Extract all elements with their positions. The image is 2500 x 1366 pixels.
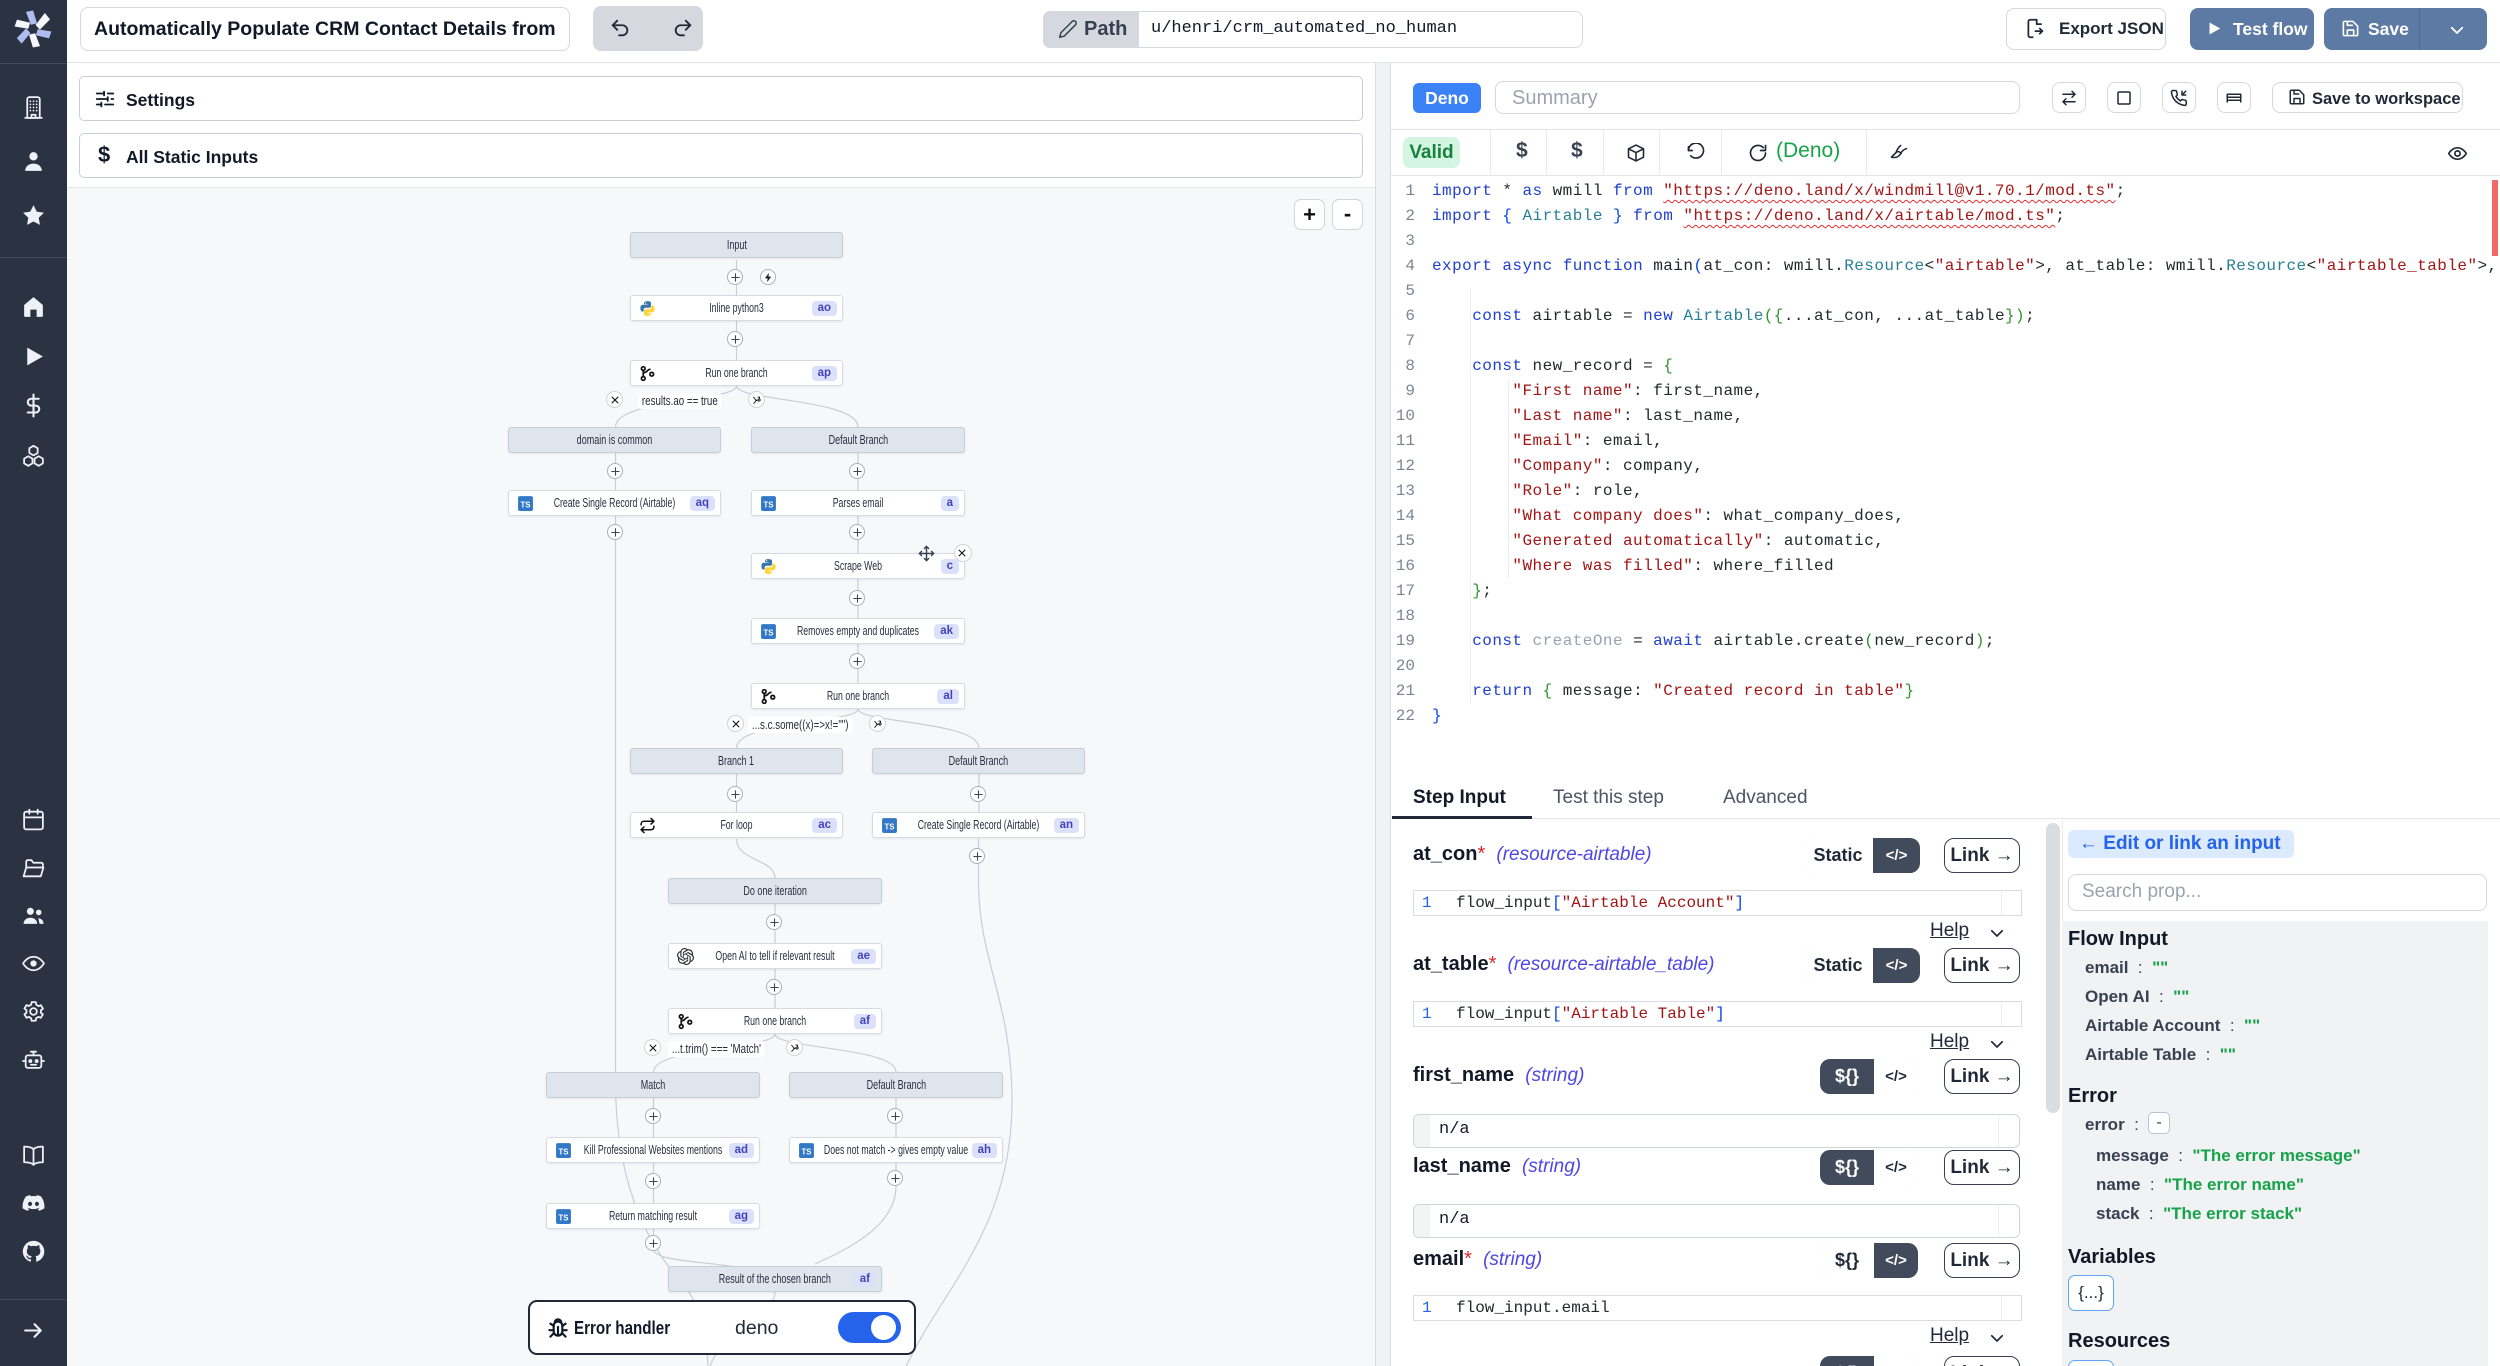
svg-text:TS: TS	[885, 822, 895, 831]
svg-text:TS: TS	[764, 500, 774, 509]
svg-text:TS: TS	[559, 1213, 569, 1222]
svg-text:TS: TS	[802, 1147, 812, 1156]
svg-text:TS: TS	[764, 628, 774, 637]
svg-text:TS: TS	[521, 500, 531, 509]
svg-text:TS: TS	[559, 1147, 569, 1156]
